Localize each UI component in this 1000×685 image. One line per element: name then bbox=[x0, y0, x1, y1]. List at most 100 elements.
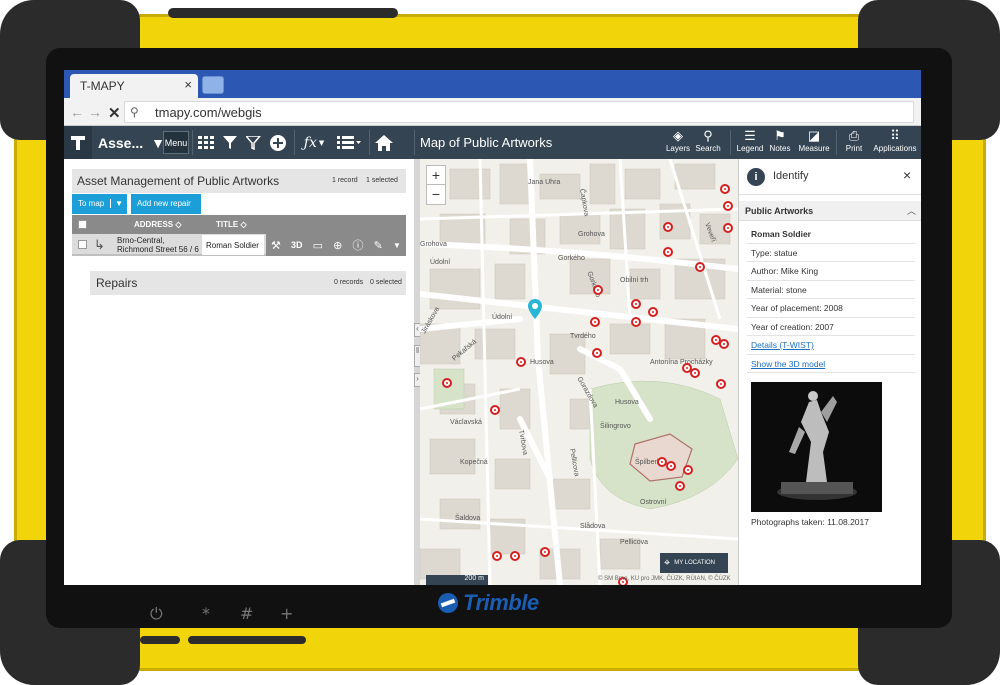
artwork-marker[interactable] bbox=[592, 348, 602, 358]
table-header: ADDRESS ◇ TITLE ◇ bbox=[72, 215, 406, 234]
chevron-up-icon[interactable]: ︿ bbox=[907, 204, 916, 217]
row-expand-icon[interactable]: ↳ bbox=[94, 237, 105, 253]
repairs-section[interactable]: Repairs 0 records 0 selected bbox=[90, 271, 406, 295]
artwork-marker[interactable] bbox=[723, 223, 733, 233]
menu-button[interactable]: Menu bbox=[163, 131, 189, 154]
crosshair-icon: ⌖ bbox=[664, 556, 671, 569]
artwork-marker[interactable] bbox=[716, 379, 726, 389]
star-key[interactable]: * bbox=[202, 604, 210, 623]
function-icon[interactable]: ƒx ▼ bbox=[298, 126, 330, 159]
identify-section-header[interactable]: Public Artworks ︿ bbox=[739, 201, 921, 221]
3d-icon[interactable]: 3D bbox=[291, 240, 303, 250]
applications-icon: ⠿ bbox=[890, 128, 900, 143]
artwork-marker[interactable] bbox=[492, 551, 502, 561]
artwork-marker[interactable] bbox=[719, 339, 729, 349]
artwork-marker[interactable] bbox=[490, 405, 500, 415]
artwork-marker[interactable] bbox=[516, 357, 526, 367]
globe-icon[interactable]: ⊕ bbox=[333, 239, 342, 252]
street-label: Kopečná bbox=[460, 459, 488, 466]
street-label: Václavská bbox=[450, 419, 482, 426]
show-3d-model-link[interactable]: Show the 3D model bbox=[747, 355, 915, 373]
clear-filter-icon[interactable] bbox=[242, 126, 266, 159]
street-label: Slådova bbox=[580, 523, 606, 530]
artwork-marker[interactable] bbox=[690, 368, 700, 378]
attribute-year-creation: Year of creation: 2007 bbox=[747, 318, 915, 336]
artwork-marker[interactable] bbox=[648, 307, 658, 317]
assets-dropdown[interactable]: Asse... ▼ bbox=[92, 126, 165, 159]
forward-arrow-icon[interactable]: → bbox=[88, 104, 102, 120]
hash-key[interactable]: # bbox=[240, 604, 253, 623]
list-icon[interactable] bbox=[332, 126, 366, 159]
close-tab-icon[interactable]: × bbox=[184, 77, 192, 92]
scale-bar: 200 m bbox=[426, 575, 488, 585]
artwork-marker[interactable] bbox=[723, 201, 733, 211]
asset-management-panel: Asset Management of Public Artworks 1 re… bbox=[64, 159, 414, 585]
map-title: Map of Public Artworks bbox=[420, 135, 553, 150]
grid-view-icon[interactable] bbox=[194, 126, 218, 159]
attribute-material: Material: stone bbox=[747, 281, 915, 299]
folder-icon[interactable]: ▭ bbox=[313, 239, 323, 252]
selected-location-pin-icon[interactable] bbox=[528, 299, 542, 319]
print-button[interactable]: ⎙ Print bbox=[834, 128, 874, 158]
street-label: Pellicova bbox=[620, 539, 649, 546]
plus-key[interactable]: + bbox=[280, 604, 293, 623]
select-all-checkbox[interactable] bbox=[78, 220, 87, 229]
search-icon: ⚲ bbox=[703, 128, 713, 143]
new-tab-button[interactable] bbox=[202, 76, 224, 94]
artwork-photo[interactable] bbox=[751, 382, 882, 512]
add-new-repair-button[interactable]: Add new repair bbox=[131, 194, 201, 214]
app-logo-icon[interactable] bbox=[64, 126, 92, 159]
url-input[interactable]: ⚲ tmapy.com/webgis bbox=[124, 101, 914, 123]
artwork-marker[interactable] bbox=[675, 481, 685, 491]
repairs-record-count: 0 records bbox=[334, 279, 364, 286]
zoom-in-button[interactable]: + bbox=[427, 166, 445, 185]
artwork-marker[interactable] bbox=[695, 262, 705, 272]
artwork-marker[interactable] bbox=[442, 378, 452, 388]
details-link[interactable]: Details (T-WIST) bbox=[747, 336, 915, 355]
artwork-marker[interactable] bbox=[540, 547, 550, 557]
attribute-year-placement: Year of placement: 2008 bbox=[747, 299, 915, 318]
add-icon[interactable] bbox=[266, 126, 290, 159]
browser-tab-bar: T-MAPY × bbox=[64, 70, 921, 98]
chevron-down-icon: ▼ bbox=[110, 199, 123, 208]
to-map-button[interactable]: To map ▼ bbox=[72, 194, 127, 214]
column-header-address[interactable]: ADDRESS ◇ bbox=[134, 220, 182, 229]
tools-icon[interactable]: ⚒ bbox=[271, 239, 281, 252]
home-icon[interactable] bbox=[371, 126, 397, 159]
edit-icon[interactable]: ✎ bbox=[374, 239, 383, 252]
record-count: 1 record bbox=[332, 177, 358, 184]
artwork-marker[interactable] bbox=[666, 461, 676, 471]
artwork-marker[interactable] bbox=[631, 317, 641, 327]
search-button[interactable]: ⚲ Search bbox=[688, 128, 728, 158]
zoom-out-button[interactable]: − bbox=[427, 185, 445, 204]
artwork-marker[interactable] bbox=[593, 285, 603, 295]
artwork-marker[interactable] bbox=[663, 222, 673, 232]
stop-loading-icon[interactable]: ✕ bbox=[108, 104, 121, 122]
browser-tab[interactable]: T-MAPY × bbox=[70, 74, 198, 98]
bottom-hardware-button[interactable] bbox=[140, 636, 180, 644]
chevron-down-icon[interactable]: ▼ bbox=[393, 241, 401, 250]
table-row[interactable]: ↳ Brno-Central, Richmond Street 56 / 6 R… bbox=[72, 234, 406, 256]
street-label: Grohova bbox=[420, 241, 447, 248]
map-canvas[interactable]: Jana Uhra Grohova Gorkého Údolní Obilní … bbox=[420, 159, 738, 585]
filter-icon[interactable] bbox=[218, 126, 242, 159]
info-icon: i bbox=[747, 168, 765, 186]
artwork-marker[interactable] bbox=[631, 299, 641, 309]
column-header-title[interactable]: TITLE ◇ bbox=[216, 220, 247, 229]
app-toolbar: Asse... ▼ Menu ƒx ▼ Map of Public Artwor… bbox=[64, 126, 921, 159]
power-key-icon[interactable]: ⏻ bbox=[150, 604, 163, 624]
info-icon[interactable]: ⓘ bbox=[353, 237, 364, 253]
row-checkbox[interactable] bbox=[78, 240, 87, 249]
artwork-marker[interactable] bbox=[720, 184, 730, 194]
artwork-marker[interactable] bbox=[663, 247, 673, 257]
artwork-marker[interactable] bbox=[510, 551, 520, 561]
close-icon[interactable]: × bbox=[903, 167, 911, 183]
artwork-marker[interactable] bbox=[683, 465, 693, 475]
applications-button[interactable]: ⠿ Applications bbox=[871, 128, 919, 158]
back-arrow-icon[interactable]: ← bbox=[70, 104, 84, 120]
top-hardware-button[interactable] bbox=[168, 8, 398, 18]
measure-button[interactable]: ◪ Measure bbox=[794, 128, 834, 158]
bottom-hardware-button[interactable] bbox=[188, 636, 306, 644]
my-location-button[interactable]: ⌖ MY LOCATION bbox=[660, 553, 728, 573]
artwork-marker[interactable] bbox=[590, 317, 600, 327]
